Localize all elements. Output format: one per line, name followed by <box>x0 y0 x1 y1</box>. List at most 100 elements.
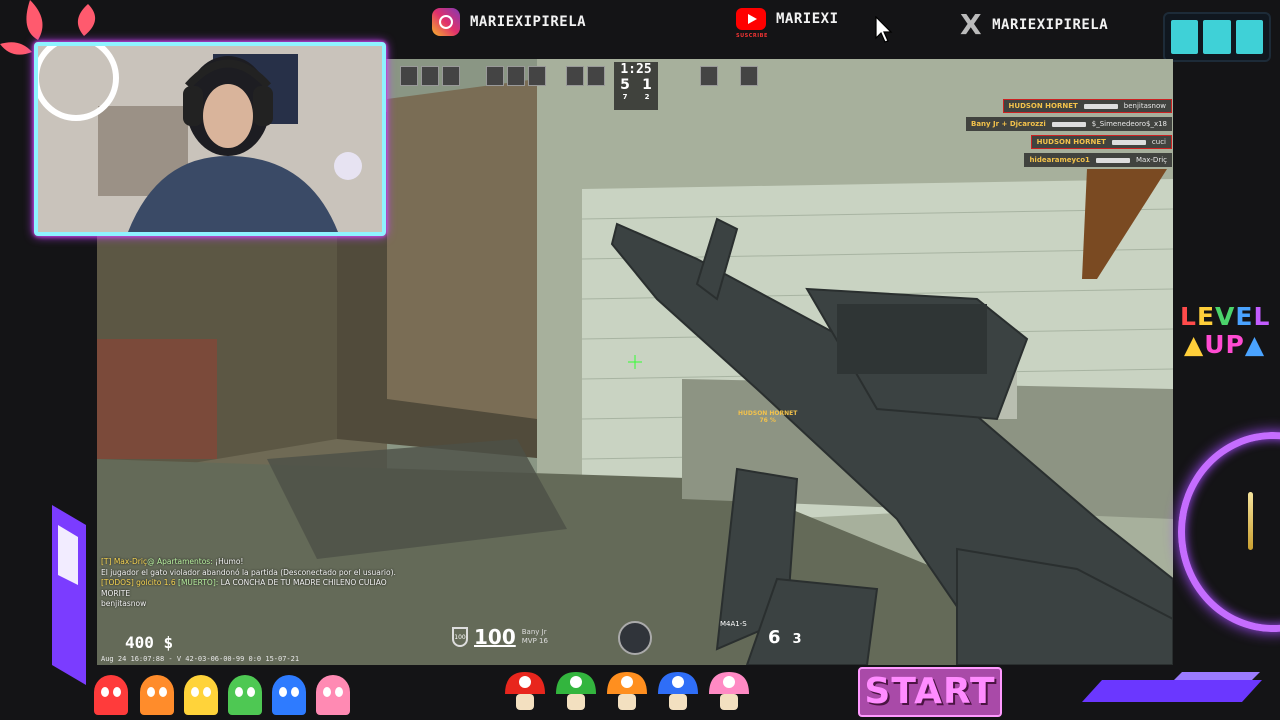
chat-message: ¡Humo! <box>212 557 244 566</box>
level-letter-l: L <box>1180 302 1197 331</box>
killfeed-victim: cuci <box>1151 138 1166 146</box>
weapon-icon <box>1083 103 1118 109</box>
player-portrait <box>566 66 584 86</box>
stream-overlay: MARIEXIPIRELA SUSCRIBE MARIEXI X MARIEXI… <box>0 0 1280 720</box>
player-name: Bany Jr <box>521 628 547 636</box>
instagram-icon <box>432 8 460 36</box>
killfeed-entry: hidearameyco1 Max-Driç <box>1024 153 1172 167</box>
weapon-icon <box>1095 157 1130 163</box>
t-score: 1 <box>642 77 652 93</box>
blue-ghost-icon <box>272 675 306 715</box>
green-mushroom-icon <box>556 672 596 710</box>
yellow-ghost-icon <box>184 675 218 715</box>
block-decoration <box>1163 12 1271 62</box>
ring-needle-decoration <box>1248 492 1253 550</box>
round-timer: 1:25 <box>620 62 652 77</box>
player-portrait <box>528 66 546 86</box>
webcam-feed <box>38 46 382 232</box>
youtube-icon: SUSCRIBE <box>736 8 767 39</box>
x-label: MARIEXIPIRELA <box>992 16 1109 33</box>
orange-ghost-icon <box>140 675 174 715</box>
player-portrait <box>400 66 418 86</box>
killfeed-victim: Max-Driç <box>1135 156 1167 164</box>
level-up-text: UP <box>1204 330 1245 359</box>
chat-sender: [TODOS] golcito 1.6 <box>101 578 176 587</box>
t-alive: 2 <box>644 93 650 101</box>
money-counter: 400 $ <box>125 633 174 652</box>
player-avatar <box>618 621 652 655</box>
ct-alive: 7 <box>622 93 628 101</box>
armor-icon: 100 <box>452 627 468 647</box>
player-portrait <box>740 66 758 86</box>
blue-mushroom-icon <box>658 672 698 710</box>
killfeed-victim: benjitasnow <box>1123 102 1166 110</box>
webcam-frame <box>34 42 386 236</box>
teammate-name: HUDSON HORNET <box>738 410 798 417</box>
killfeed-entry: HUDSON HORNET cuci <box>1030 135 1172 149</box>
instagram-label: MARIEXIPIRELA <box>470 14 587 30</box>
killfeed-killer: hidearameyco1 <box>1029 156 1090 164</box>
ammo-clip: 6 <box>768 627 781 648</box>
youtube-handle[interactable]: SUSCRIBE MARIEXI <box>736 8 839 39</box>
red-ghost-icon <box>94 675 128 715</box>
player-portrait <box>486 66 504 86</box>
health-panel: 100 100 Bany Jr MVP 16 <box>452 625 548 649</box>
health-value: 100 <box>474 625 516 649</box>
game-chat: [T] Max-Driç@ Apartamentos: ¡Humo! El jug… <box>101 557 396 610</box>
killfeed-killer: HUDSON HORNET <box>1008 102 1078 110</box>
player-portrait <box>587 66 605 86</box>
purple-slash-decoration <box>1082 672 1262 702</box>
level-letter-l2: L <box>1253 302 1271 331</box>
killfeed-killer: HUDSON HORNET <box>1036 138 1106 146</box>
player-mvp: MVP 16 <box>521 637 548 645</box>
chat-message: benjitasnow <box>101 599 147 608</box>
start-button[interactable]: START <box>858 667 1002 717</box>
youtube-subscribe: SUSCRIBE <box>736 33 768 39</box>
chat-line: benjitasnow <box>101 599 396 610</box>
chat-line: El jugador el gato violador abandonó la … <box>101 568 396 579</box>
chat-tag: [MUERTO]: <box>175 578 219 587</box>
level-letter-v: V <box>1215 302 1236 331</box>
chat-message: LA CONCHA DE TU MADRE CHILENO CULIAO <box>218 578 387 587</box>
player-portrait <box>700 66 718 86</box>
chat-line: [TODOS] golcito 1.6 [MUERTO]: LA CONCHA … <box>101 578 396 589</box>
youtube-label: MARIEXI <box>776 11 839 27</box>
killfeed-victim: $_Simenedeoro$_x18 <box>1091 120 1167 128</box>
weapon-icon <box>1051 121 1086 127</box>
chat-message: MORITE <box>101 588 131 598</box>
x-logo-icon: X <box>960 8 983 41</box>
teammate-marker: HUDSON HORNET 76 % <box>738 410 797 424</box>
ammo-counter: 6 3 <box>768 627 802 648</box>
pink-mushroom-icon <box>709 672 749 710</box>
player-portrait <box>507 66 525 86</box>
red-mushroom-icon <box>505 672 545 710</box>
purple-bar-decoration <box>52 505 86 685</box>
neon-ring-decoration <box>1178 432 1280 632</box>
round-scoreboard: 1:25 5 1 7 2 <box>614 62 658 110</box>
chat-tag: @ Apartamentos: <box>147 557 213 566</box>
chat-line: MORITE <box>101 589 396 600</box>
enemy-player-icons <box>700 62 758 90</box>
ct-score: 5 <box>620 77 630 93</box>
weapon-name: M4A1-S <box>720 620 747 628</box>
teammate-hp: 76 % <box>759 417 776 424</box>
chat-message: El jugador el gato violador abandonó la … <box>101 567 396 577</box>
mouse-cursor-icon <box>875 16 893 43</box>
green-ghost-icon <box>228 675 262 715</box>
killfeed-killer: Bany Jr + Djcarozzi <box>971 120 1046 128</box>
player-portrait <box>442 66 460 86</box>
killfeed-entry: Bany Jr + Djcarozzi $_Simenedeoro$_x18 <box>966 117 1172 131</box>
killfeed-entry: HUDSON HORNET benjitasnow <box>1002 99 1172 113</box>
weapon-icon <box>1111 139 1146 145</box>
x-handle[interactable]: X MARIEXIPIRELA <box>960 8 1108 41</box>
player-portrait <box>421 66 439 86</box>
level-letter-e: E <box>1196 302 1216 331</box>
demo-timestamp: Aug 24 16:07:88 - V 42-03-06-00-99 0:0 1… <box>101 655 300 663</box>
ammo-reserve: 3 <box>792 632 802 647</box>
team-player-icons <box>400 62 605 90</box>
level-up-logo: LEVEL ▲UP▲ <box>1180 302 1271 359</box>
chat-sender: [T] Max-Driç <box>101 557 148 566</box>
orange-mushroom-icon <box>607 672 647 710</box>
instagram-handle[interactable]: MARIEXIPIRELA <box>432 8 586 36</box>
pink-ghost-icon <box>316 675 350 715</box>
